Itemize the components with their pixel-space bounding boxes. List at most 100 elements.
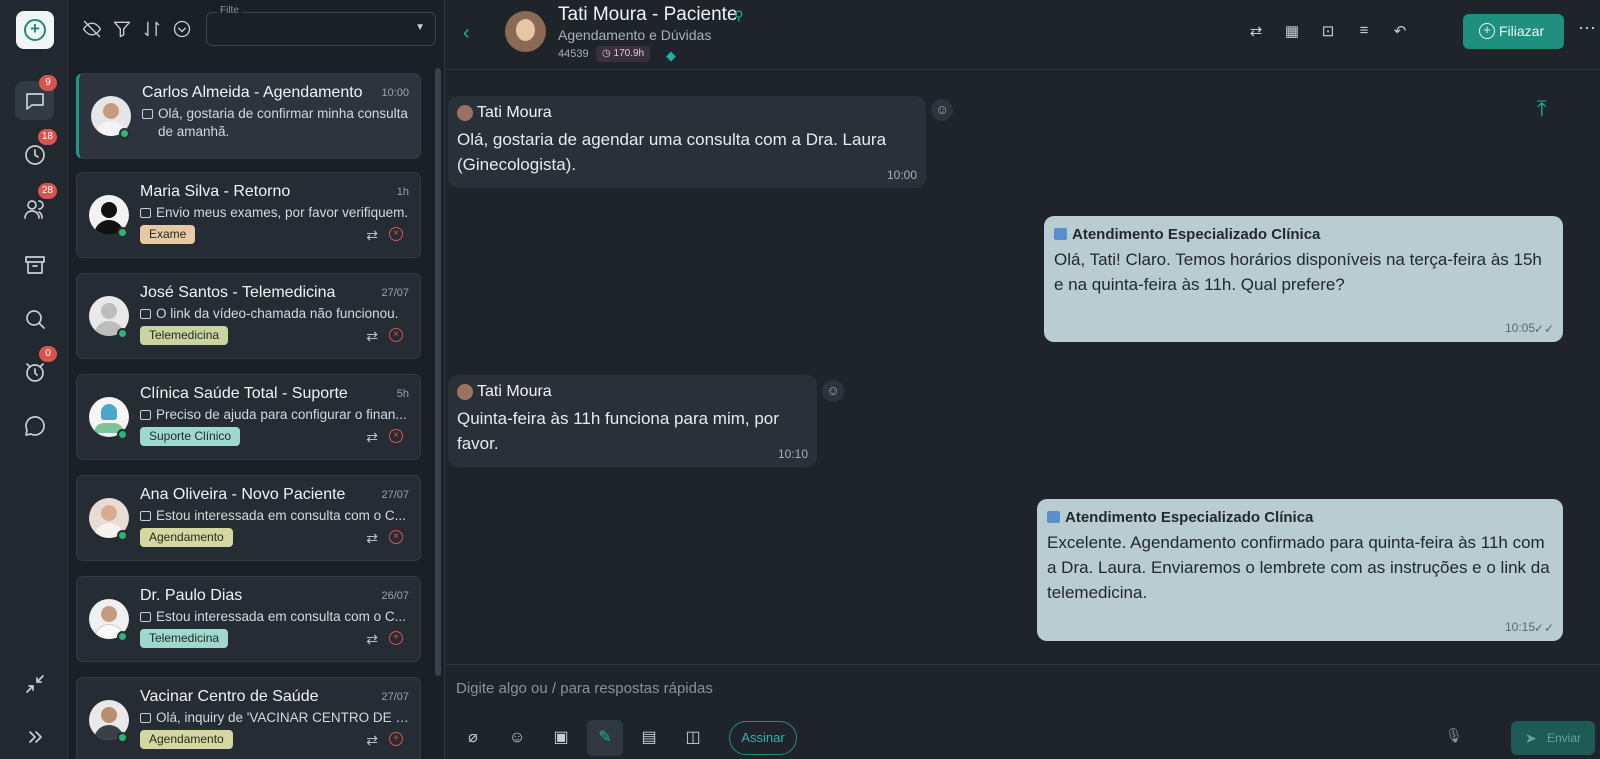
transfer-icon[interactable]: ⇄ — [366, 631, 378, 648]
conversation-card[interactable]: Ana Oliveira - Novo Paciente 27/07 Estou… — [76, 475, 421, 561]
archive-nav-button[interactable] — [15, 245, 54, 284]
double-chevron-right-icon — [28, 730, 42, 743]
sort-icon[interactable] — [142, 19, 162, 39]
new-conversation-button[interactable]: + — [16, 11, 54, 49]
filter-label: Filte — [217, 5, 242, 16]
message-icon — [140, 309, 151, 319]
message-icon — [140, 208, 151, 218]
filter-select[interactable]: Filte ▼ — [206, 5, 436, 46]
contacts-nav-button[interactable]: 28 — [15, 183, 57, 228]
conversation-name: Maria Silva - Retorno — [140, 183, 291, 200]
list-toolbar: Filte ▼ — [68, 0, 444, 58]
conversation-card[interactable]: Maria Silva - Retorno 1h Envio meus exam… — [76, 172, 421, 258]
tag-icon[interactable]: ◆ — [666, 48, 676, 64]
transfer-icon[interactable]: ⇄ — [366, 429, 378, 446]
conversation-time: 27/07 — [381, 287, 409, 299]
emoji-reaction-icon[interactable]: ☺ — [822, 380, 844, 402]
messages-nav-button[interactable] — [15, 406, 54, 445]
schedule-icon[interactable]: ▤ — [631, 720, 667, 756]
close-conversation-icon[interactable]: × — [389, 227, 403, 241]
contact-avatar[interactable] — [505, 11, 546, 52]
filter-icon[interactable] — [112, 19, 132, 39]
pin-icon[interactable]: ⚲ — [734, 8, 744, 24]
message-circle-icon — [24, 415, 45, 436]
chat-icon — [25, 92, 44, 110]
contact-info-icon[interactable]: ☺ — [931, 99, 953, 121]
close-conversation-icon[interactable]: × — [389, 328, 403, 342]
message-text: Excelente. Agendamento confirmado para q… — [1047, 533, 1550, 602]
message-text: Olá, Tati! Claro. Temos horários disponí… — [1054, 250, 1542, 294]
conversation-tag[interactable]: Exame — [140, 225, 196, 244]
close-conversation-icon[interactable]: × — [389, 530, 403, 544]
pending-nav-button[interactable]: 18 — [15, 129, 57, 174]
hide-icon[interactable] — [82, 19, 102, 39]
clock-icon — [24, 144, 45, 165]
conversation-time: 10:00 — [381, 87, 409, 99]
conversation-time: 27/07 — [381, 489, 409, 501]
conversation-tag[interactable]: Agendamento — [140, 528, 233, 547]
add-icon[interactable]: + — [389, 631, 403, 645]
conversation-card[interactable]: José Santos - Telemedicina 27/07 O link … — [76, 273, 421, 359]
checklist-icon[interactable]: ≡ — [1353, 22, 1375, 40]
conversation-card[interactable]: Carlos Almeida - Agendamento 10:00 Olá, … — [76, 73, 421, 159]
pending-badge: 18 — [37, 129, 57, 145]
conversation-card[interactable]: Clínica Saúde Total - Suporte 5h Preciso… — [76, 374, 421, 460]
message-icon — [142, 109, 153, 119]
conversation-tag[interactable]: Agendamento — [140, 730, 233, 749]
double-check-icon: ✓✓ — [1533, 322, 1554, 336]
note-icon[interactable]: ◫ — [675, 720, 711, 756]
collapse-button[interactable] — [15, 664, 54, 703]
contact-name: Tati Moura - Paciente — [558, 4, 738, 25]
chart-icon[interactable]: ⊡ — [1317, 22, 1339, 40]
online-indicator — [117, 732, 128, 743]
header-actions: ⇄ ▦ ⊡ ≡ ↶ — [1245, 22, 1411, 40]
alerts-nav-button[interactable]: 0 — [15, 346, 57, 391]
close-conversation-icon[interactable]: × — [389, 429, 403, 443]
status-dropdown-icon[interactable] — [172, 19, 192, 39]
elapsed-hours-badge: ◷ 170.9h — [596, 46, 651, 62]
add-icon[interactable]: + — [389, 732, 403, 746]
left-rail: + 9 18 28 0 — [0, 0, 68, 759]
message-composer: Digite algo ou / para respostas rápidas … — [445, 664, 1600, 759]
microphone-icon[interactable]: 🎙 — [1445, 727, 1463, 744]
conversations-nav-button[interactable]: 9 — [15, 75, 57, 120]
conversation-card[interactable]: Vacinar Centro de Saúde 27/07 Olá, inqui… — [76, 677, 421, 759]
conversation-tag[interactable]: Suporte Clínico — [140, 427, 241, 446]
more-options-icon[interactable]: ⋯ — [1578, 18, 1596, 39]
transfer-icon[interactable]: ⇄ — [1245, 22, 1267, 40]
transfer-icon[interactable]: ⇄ — [366, 328, 378, 345]
attach-icon[interactable]: ⌀ — [455, 720, 491, 756]
filiazar-button[interactable]: + Filiazar — [1463, 14, 1564, 49]
online-indicator — [117, 631, 128, 642]
double-check-icon: ✓✓ — [1533, 621, 1554, 635]
message-time: 10:15 — [1504, 620, 1535, 634]
message-time: 10:00 — [886, 168, 917, 182]
list-scrollbar[interactable] — [435, 68, 441, 676]
sticker-icon[interactable]: ▣ — [543, 720, 579, 756]
conversation-name: Ana Oliveira - Novo Paciente — [140, 486, 346, 503]
transfer-icon[interactable]: ⇄ — [366, 530, 378, 547]
conversation-tag[interactable]: Telemedicina — [140, 326, 229, 345]
emoji-icon[interactable]: ☺ — [499, 720, 535, 756]
conversation-preview: O link da vídeo-chamada não funcionou. — [140, 305, 412, 323]
back-arrow-icon[interactable]: ‹ — [463, 22, 470, 45]
conversation-name: Clínica Saúde Total - Suporte — [140, 385, 348, 402]
search-nav-button[interactable] — [15, 299, 54, 338]
transfer-icon[interactable]: ⇄ — [366, 732, 378, 749]
reply-icon[interactable]: ↶ — [1389, 22, 1411, 40]
message-input[interactable]: Digite algo ou / para respostas rápidas — [456, 680, 713, 697]
conversation-name: José Santos - Telemedicina — [140, 284, 336, 301]
transfer-icon[interactable]: ⇄ — [366, 227, 378, 244]
conversation-tag[interactable]: Telemedicina — [140, 629, 229, 648]
calendar-icon[interactable]: ▦ — [1281, 22, 1303, 40]
conversation-name: Carlos Almeida - Agendamento — [142, 84, 363, 101]
conversation-card[interactable]: Dr. Paulo Dias 26/07 Estou interessada e… — [76, 576, 421, 662]
quick-reply-icon[interactable]: ✎ — [587, 720, 623, 756]
send-button[interactable]: ➤ Enviar — [1511, 721, 1595, 755]
sign-button[interactable]: Assinar — [729, 721, 797, 755]
monitor-icon — [1047, 511, 1060, 523]
expand-sidebar-button[interactable] — [15, 717, 54, 756]
scroll-to-top-icon[interactable]: ⤒ — [1537, 98, 1547, 120]
conversation-preview: Olá, gostaria de confirmar minha consult… — [142, 105, 414, 141]
conversation-time: 27/07 — [381, 691, 409, 703]
